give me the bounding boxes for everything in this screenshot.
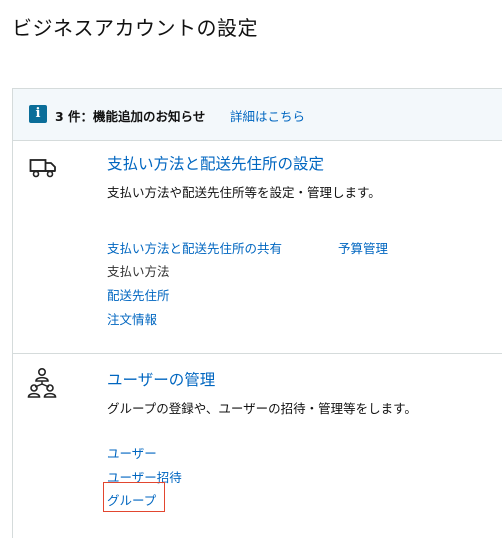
settings-panel: i 3 件：機能追加のお知らせ 詳細はこちら 支払い方法と配送先住所の設定 支払… [12, 88, 502, 538]
payment-method-label: 支払い方法 [107, 264, 170, 279]
payment-shipping-title[interactable]: 支払い方法と配送先住所の設定 [107, 152, 324, 174]
payment-shipping-section: 支払い方法と配送先住所の設定 支払い方法や配送先住所等を設定・管理します。 支払… [13, 141, 502, 354]
notice-details-link[interactable]: 詳細はこちら [230, 106, 305, 125]
user-group-icon [27, 367, 57, 398]
shipping-address-link[interactable]: 配送先住所 [107, 285, 170, 304]
group-link[interactable]: グループ [107, 490, 156, 509]
payment-shipping-share-link[interactable]: 支払い方法と配送先住所の共有 [107, 238, 282, 257]
feature-notice-banner: i 3 件：機能追加のお知らせ 詳細はこちら [13, 89, 502, 141]
user-management-title[interactable]: ユーザーの管理 [107, 368, 215, 390]
notice-text: 3 件：機能追加のお知らせ [55, 109, 206, 124]
page-title: ビジネスアカウントの設定 [12, 16, 258, 40]
user-management-section: ユーザーの管理 グループの登録や、ユーザーの招待・管理等をします。 ユーザー ユ… [13, 354, 502, 538]
info-icon: i [29, 105, 47, 123]
user-management-description: グループの登録や、ユーザーの招待・管理等をします。 [107, 401, 417, 416]
budget-management-link[interactable]: 予算管理 [338, 238, 388, 257]
delivery-truck-icon [29, 159, 56, 178]
business-account-settings-page: ビジネスアカウントの設定 i 3 件：機能追加のお知らせ 詳細はこちら 支払い方… [0, 0, 502, 538]
order-info-link[interactable]: 注文情報 [107, 309, 157, 328]
users-link[interactable]: ユーザー [107, 443, 157, 462]
payment-shipping-description: 支払い方法や配送先住所等を設定・管理します。 [107, 185, 381, 200]
